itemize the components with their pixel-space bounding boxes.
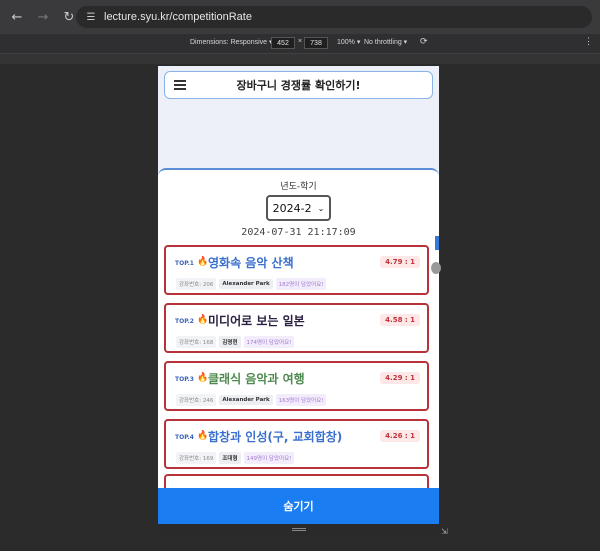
hide-button[interactable]: 숨기기 xyxy=(158,488,439,524)
scrollbar-track[interactable] xyxy=(435,236,439,250)
ranking-card[interactable]: TOP.1 🔥 영화속 음악 산책 4.79 : 1 강좌번호: 206 Ale… xyxy=(164,245,429,295)
ranking-card[interactable]: TOP.3 🔥 클래식 음악과 여행 4.29 : 1 강좌번호: 246 Al… xyxy=(164,361,429,411)
course-title: 영화속 음악 산책 xyxy=(208,256,294,270)
professor-name: 조대형 xyxy=(219,452,241,464)
cart-count: 163명이 담았어요! xyxy=(275,394,327,406)
page-header: 장바구니 경쟁률 확인하기! xyxy=(164,71,433,99)
fire-icon: 🔥 xyxy=(197,315,209,325)
course-code: 강좌번호: 169 xyxy=(176,452,217,464)
chevron-down-icon: ⌄ xyxy=(317,203,325,213)
professor-name: Alexander Park xyxy=(219,279,273,289)
course-meta: 강좌번호: 206 Alexander Park 182명이 담았어요! xyxy=(176,278,327,290)
cart-count: 182명이 담았어요! xyxy=(275,278,327,290)
rotate-icon[interactable]: ⟳ xyxy=(420,36,428,47)
ranking-card[interactable]: TOP.2 🔥 미디어로 보는 일본 4.58 : 1 강좌번호: 168 김명… xyxy=(164,303,429,353)
course-meta: 강좌번호: 246 Alexander Park 163명이 담았어요! xyxy=(176,394,327,406)
professor-name: Alexander Park xyxy=(219,395,273,405)
address-bar[interactable]: ☰ lecture.syu.kr/competitionRate xyxy=(76,6,592,28)
competition-rate: 4.58 : 1 xyxy=(380,314,420,326)
updated-timestamp: 2024-07-31 21:17:09 xyxy=(241,227,356,238)
scrollbar-thumb[interactable] xyxy=(431,262,441,274)
page-title: 장바구니 경쟁률 확인하기! xyxy=(236,79,361,92)
height-input[interactable]: 738 xyxy=(304,37,328,49)
cart-count: 174명이 담았어요! xyxy=(243,336,295,348)
resize-grip-icon[interactable] xyxy=(292,528,306,531)
device-toolbar: Dimensions: Responsive ▾ 452 × 738 100% … xyxy=(0,34,600,54)
resize-corner-icon[interactable]: ⇲ xyxy=(441,527,448,536)
throttling-dropdown[interactable]: No throttling ▾ xyxy=(364,38,407,46)
course-title: 합창과 인성(구, 교회합창) xyxy=(208,430,343,444)
rank-label: TOP.1 xyxy=(175,260,194,267)
width-input[interactable]: 452 xyxy=(271,37,295,49)
ruler xyxy=(0,54,600,64)
times-sign: × xyxy=(298,38,303,45)
semester-label: 년도-학기 xyxy=(280,182,317,192)
rank-label: TOP.2 xyxy=(175,318,194,325)
competition-rate: 4.26 : 1 xyxy=(380,430,420,442)
fire-icon: 🔥 xyxy=(197,257,209,267)
device-viewport: 장바구니 경쟁률 확인하기! 년도-학기 2024-2 ⌄ 2024-07-31… xyxy=(158,66,439,524)
more-icon[interactable]: ⋮ xyxy=(584,36,593,47)
cart-count: 149명이 담았어요! xyxy=(243,452,295,464)
course-title: 미디어로 보는 일본 xyxy=(208,314,305,328)
arrow-left-icon[interactable]: ← xyxy=(6,6,28,28)
course-code: 강좌번호: 168 xyxy=(176,336,217,348)
site-info-icon[interactable]: ☰ xyxy=(82,8,100,26)
arrow-right-icon[interactable]: → xyxy=(32,6,54,28)
url-text: lecture.syu.kr/competitionRate xyxy=(104,11,252,23)
browser-toolbar: ← → ↻ ☰ lecture.syu.kr/competitionRate xyxy=(0,0,600,34)
semester-select[interactable]: 2024-2 ⌄ xyxy=(266,195,331,221)
course-meta: 강좌번호: 168 김명현 174명이 담았어요! xyxy=(176,336,295,348)
professor-name: 김명현 xyxy=(219,336,241,348)
course-code: 강좌번호: 246 xyxy=(176,394,217,406)
competition-rate: 4.79 : 1 xyxy=(380,256,420,268)
zoom-dropdown[interactable]: 100% ▾ xyxy=(337,38,360,46)
semester-value: 2024-2 xyxy=(272,201,312,215)
ranking-card[interactable]: TOP.4 🔥 합창과 인성(구, 교회합창) 4.26 : 1 강좌번호: 1… xyxy=(164,419,429,469)
dimensions-dropdown[interactable]: Dimensions: Responsive ▾ xyxy=(190,38,273,46)
course-meta: 강좌번호: 169 조대형 149명이 담았어요! xyxy=(176,452,295,464)
rank-label: TOP.4 xyxy=(175,434,194,441)
course-title: 클래식 음악과 여행 xyxy=(208,372,305,386)
competition-rate: 4.29 : 1 xyxy=(380,372,420,384)
fire-icon: 🔥 xyxy=(197,373,209,383)
course-code: 강좌번호: 206 xyxy=(176,278,217,290)
rank-label: TOP.3 xyxy=(175,376,194,383)
ranking-panel: 년도-학기 2024-2 ⌄ 2024-07-31 21:17:09 TOP.1… xyxy=(158,168,439,524)
fire-icon: 🔥 xyxy=(197,431,209,441)
